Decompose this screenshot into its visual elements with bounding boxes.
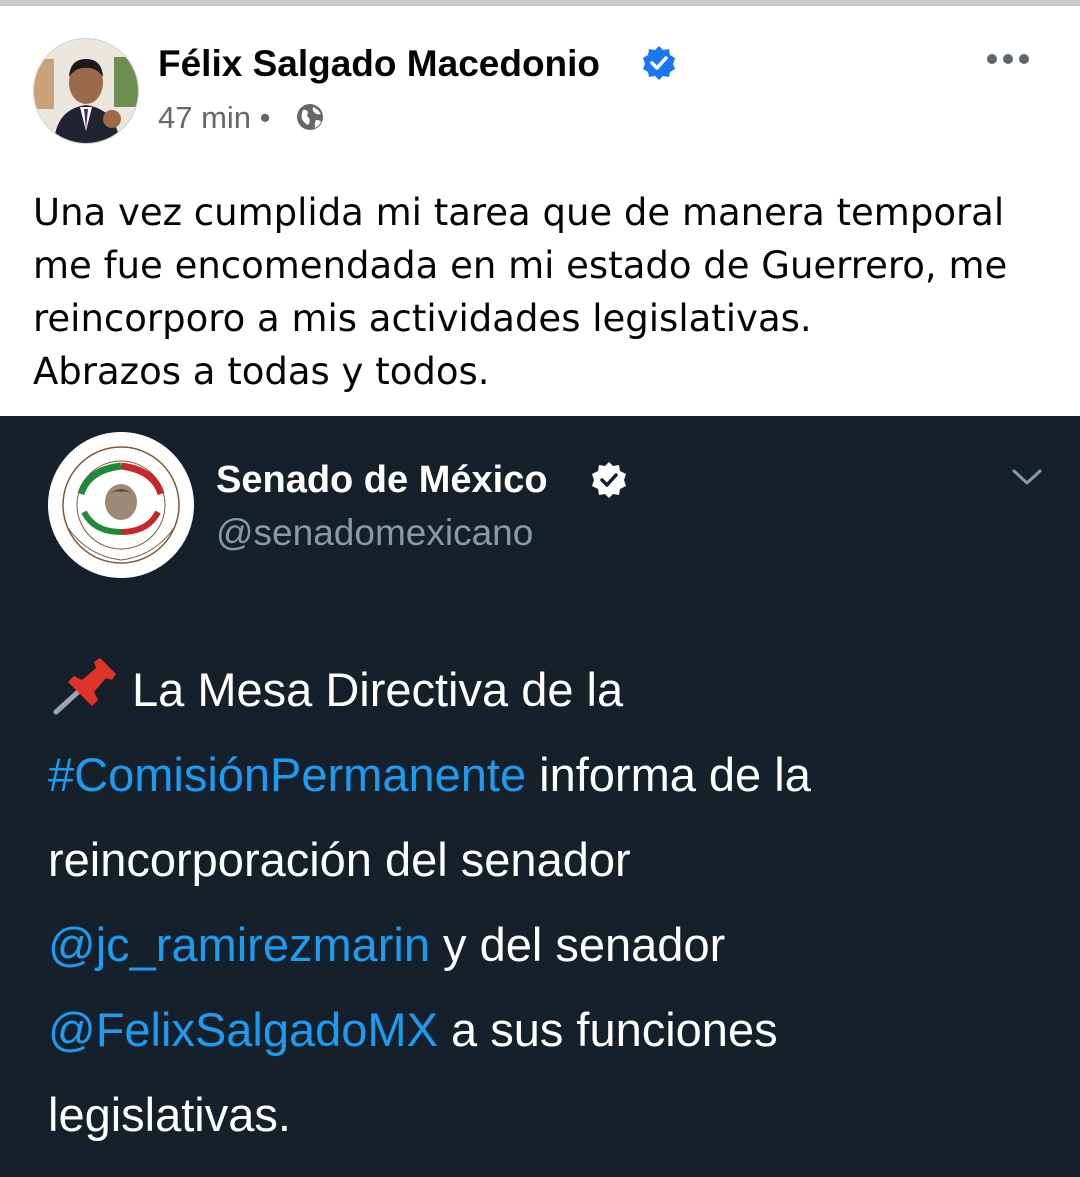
meta-separator: • bbox=[259, 100, 271, 135]
tweet-line-text: a sus funciones bbox=[437, 1003, 778, 1056]
mention-link: @jc_ramirezmarin bbox=[48, 918, 430, 971]
author-name[interactable]: Félix Salgado Macedonio bbox=[158, 42, 600, 86]
post-text: Una vez cumplida mi tarea que de manera … bbox=[33, 186, 1043, 398]
post-text-line: Una vez cumplida mi tarea que de manera … bbox=[33, 191, 1005, 234]
tweet-line-text: reincorporación del senador bbox=[48, 833, 631, 886]
post-text-line: reincorporo a mis actividades legislativ… bbox=[33, 297, 812, 340]
mention-link: @FelixSalgadoMX bbox=[48, 1003, 438, 1056]
tweet-line: @FelixSalgadoMX a sus funciones bbox=[48, 987, 1058, 1072]
tweet-line: @jc_ramirezmarin y del senador bbox=[48, 902, 1058, 987]
post-text-line: Abrazos a todas y todos. bbox=[33, 350, 490, 393]
verified-badge-icon bbox=[592, 462, 626, 498]
tweet-line-text: legislativas. bbox=[48, 1088, 291, 1141]
post-meta: 47 min • bbox=[158, 98, 271, 138]
tweet-line-text: La Mesa Directiva de la bbox=[132, 663, 624, 716]
globe-icon bbox=[297, 104, 323, 130]
more-options-icon[interactable] bbox=[982, 44, 1034, 74]
tweet-line: reincorporación del senador bbox=[48, 817, 1058, 902]
verified-badge-icon bbox=[643, 46, 675, 80]
post-time[interactable]: 47 min bbox=[158, 100, 251, 135]
pushpin-icon bbox=[53, 658, 116, 715]
chevron-down-icon bbox=[1012, 469, 1042, 485]
senado-avatar bbox=[48, 432, 194, 578]
embed-author-handle: @senadomexicano bbox=[216, 512, 534, 553]
author-avatar[interactable] bbox=[33, 38, 139, 144]
top-divider bbox=[0, 0, 1080, 6]
tweet-line-text: informa de la bbox=[526, 748, 811, 801]
hashtag-link: #ComisiónPermanente bbox=[48, 748, 527, 801]
tweet-line-text: y del senador bbox=[430, 918, 726, 971]
tweet-text: La Mesa Directiva de la #ComisiónPermane… bbox=[48, 647, 1058, 1157]
tweet-line: legislativas. bbox=[48, 1072, 1058, 1157]
tweet-line: La Mesa Directiva de la bbox=[48, 647, 1058, 732]
post-text-line: me fue encomendada en mi estado de Guerr… bbox=[33, 244, 1008, 287]
embed-author-name: Senado de México bbox=[216, 459, 548, 501]
tweet-line: #ComisiónPermanente informa de la bbox=[48, 732, 1058, 817]
